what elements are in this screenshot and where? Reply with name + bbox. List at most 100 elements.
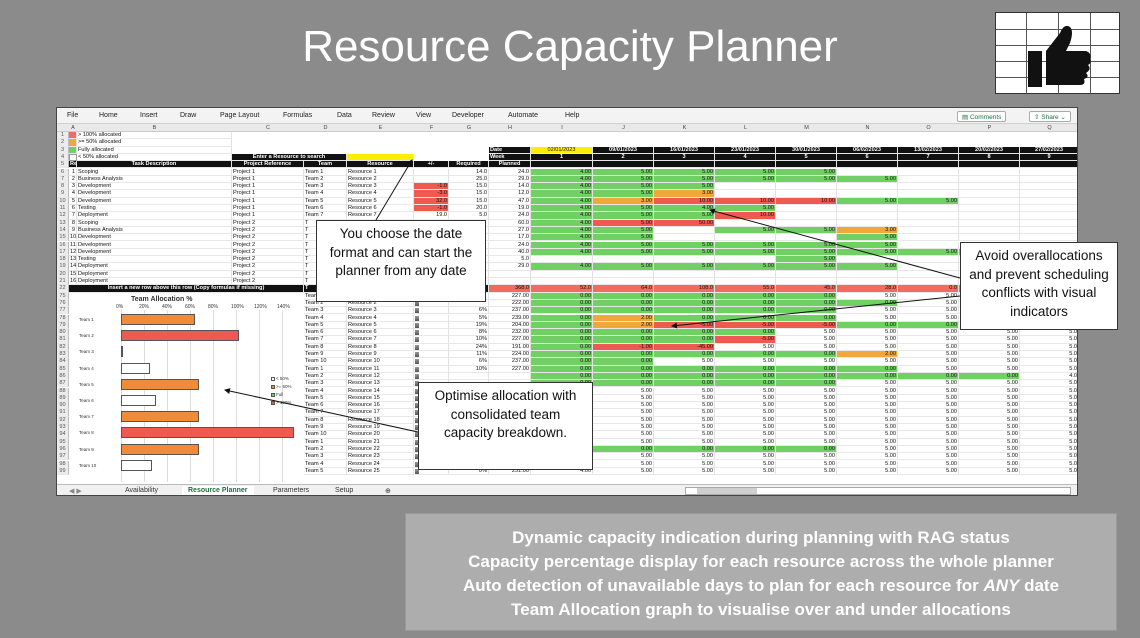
capacity-cell[interactable]: 4.00 [531,197,593,205]
resource-team[interactable]: Team 8 [304,416,347,424]
task-cell[interactable]: Team 5 [304,197,347,205]
capacity-cell[interactable]: 5.00 [593,241,654,249]
column-header-D[interactable]: D [304,124,347,132]
capacity-cell[interactable]: 0.00 [776,351,837,359]
capacity-cell[interactable]: 5.00 [654,416,715,424]
week-label[interactable]: Week [489,153,531,162]
capacity-cell[interactable]: 5.00 [776,394,837,403]
menu-item-help[interactable]: Help [565,112,579,119]
column-header-N[interactable]: N [837,124,898,132]
capacity-cell[interactable]: 5.00 [776,336,837,344]
capacity-cell[interactable]: 4.00 [531,183,593,191]
task-cell[interactable]: Resource 2 [347,175,414,184]
week-total-4[interactable]: 55.0 [715,285,776,293]
capacity-cell[interactable]: 0.00 [776,307,837,315]
task-cell[interactable]: Resource 1 [347,168,414,176]
column-header-B[interactable]: B [77,124,232,132]
task-cell[interactable]: Development [77,234,232,242]
week-total-3[interactable]: 108.0 [654,285,715,293]
capacity-cell[interactable]: 5.00 [654,467,715,476]
date-label[interactable]: Date [489,146,531,154]
capacity-cell[interactable]: 0.00 [776,445,837,454]
resource-team[interactable]: Team 1 [304,438,347,446]
capacity-cell[interactable]: 50.00 [654,219,715,227]
capacity-cell[interactable] [837,183,898,191]
capacity-cell[interactable]: 5.00 [898,460,959,468]
capacity-cell[interactable]: 10.00 [715,197,776,205]
column-title-ref[interactable]: Ref [69,161,77,169]
capacity-cell[interactable]: 10.00 [776,197,837,205]
resource-team[interactable]: Team 4 [304,460,347,468]
resource-name[interactable]: Resource 7 [347,336,414,344]
menu-item-home[interactable]: Home [99,112,118,119]
week-number-6[interactable]: 6 [837,153,898,162]
capacity-cell[interactable]: 5.0 [1020,468,1077,476]
capacity-cell[interactable]: 5.00 [654,241,715,249]
resource-team[interactable]: Team 2 [304,372,347,381]
capacity-cell[interactable]: 5.00 [898,292,959,300]
capacity-cell[interactable]: 0.00 [715,307,776,315]
capacity-cell[interactable]: 5.00 [776,460,837,468]
capacity-cell[interactable] [837,219,898,227]
capacity-cell[interactable] [898,270,959,278]
capacity-cell[interactable]: 5.00 [837,329,898,337]
capacity-cell[interactable]: 5.00 [654,394,715,403]
capacity-cell[interactable] [959,168,1020,176]
capacity-cell[interactable]: 5.00 [837,453,898,461]
menu-item-developer[interactable]: Developer [452,112,484,119]
resource-name[interactable]: Resource 9 [347,351,414,359]
capacity-cell[interactable]: 4.00 [531,248,593,257]
capacity-cell[interactable]: 5.00 [593,453,654,461]
week-total-5[interactable]: 45.0 [776,285,837,293]
capacity-cell[interactable]: 5.0 [1020,366,1077,373]
capacity-cell[interactable]: 5.00 [654,453,715,461]
capacity-cell[interactable]: 5.00 [776,431,837,439]
capacity-cell[interactable]: 0.00 [715,365,776,373]
add-sheet-button[interactable]: ⊕ [379,486,397,495]
column-header-C[interactable]: C [232,124,304,132]
resource-team[interactable]: Team 5 [304,321,347,330]
capacity-cell[interactable]: 0.00 [654,299,715,308]
task-cell[interactable]: 24.0 [489,241,531,249]
capacity-cell[interactable]: 3.00 [654,190,715,198]
capacity-cell[interactable]: 0.00 [531,307,593,315]
capacity-cell[interactable]: 5.0 [1020,344,1077,351]
task-cell[interactable]: Project 1 [232,197,304,205]
week-number-9[interactable]: 9 [1020,153,1077,162]
capacity-cell[interactable]: 5.00 [776,226,837,235]
sheet-tab-parameters[interactable]: Parameters [267,486,315,495]
task-cell[interactable]: Deployment [77,270,232,278]
capacity-cell[interactable]: 0.00 [654,351,715,359]
task-cell[interactable]: Project 2 [232,263,304,271]
capacity-cell[interactable]: 5.00 [959,402,1020,410]
capacity-cell[interactable]: 0.00 [898,372,959,381]
capacity-cell[interactable] [654,270,715,278]
capacity-cell[interactable]: 5.00 [837,387,898,395]
capacity-cell[interactable]: 5.0 [1020,358,1077,366]
capacity-cell[interactable]: 5.00 [776,168,837,176]
week-number-3[interactable]: 3 [654,153,715,162]
capacity-cell[interactable]: 5.00 [837,292,898,300]
task-cell[interactable]: Development [77,183,232,191]
capacity-cell[interactable]: 5.00 [654,175,715,184]
task-cell[interactable]: 15.0 [449,190,489,198]
capacity-cell[interactable]: 5.00 [898,197,959,205]
capacity-cell[interactable]: 5.00 [776,409,837,417]
task-cell[interactable]: 24.0 [489,212,531,220]
task-cell[interactable]: Project 2 [232,226,304,235]
capacity-cell[interactable]: 5.00 [776,387,837,395]
capacity-cell[interactable]: 0.00 [593,380,654,388]
capacity-cell[interactable]: 5.00 [837,416,898,424]
capacity-cell[interactable]: 5.0 [1020,395,1077,403]
capacity-cell[interactable]: 0.00 [593,292,654,300]
capacity-cell[interactable]: 5.00 [715,409,776,417]
resource-team[interactable]: Team 6 [304,402,347,410]
resource-name[interactable]: Resource 3 [347,307,414,315]
capacity-cell[interactable]: 0.00 [715,445,776,454]
capacity-cell[interactable]: 5.00 [715,387,776,395]
capacity-cell[interactable]: 0.00 [593,365,654,373]
column-header-G[interactable]: G [449,124,489,132]
capacity-cell[interactable]: 5.00 [837,409,898,417]
capacity-cell[interactable]: 0.00 [531,321,593,330]
capacity-cell[interactable]: 5.00 [776,343,837,351]
